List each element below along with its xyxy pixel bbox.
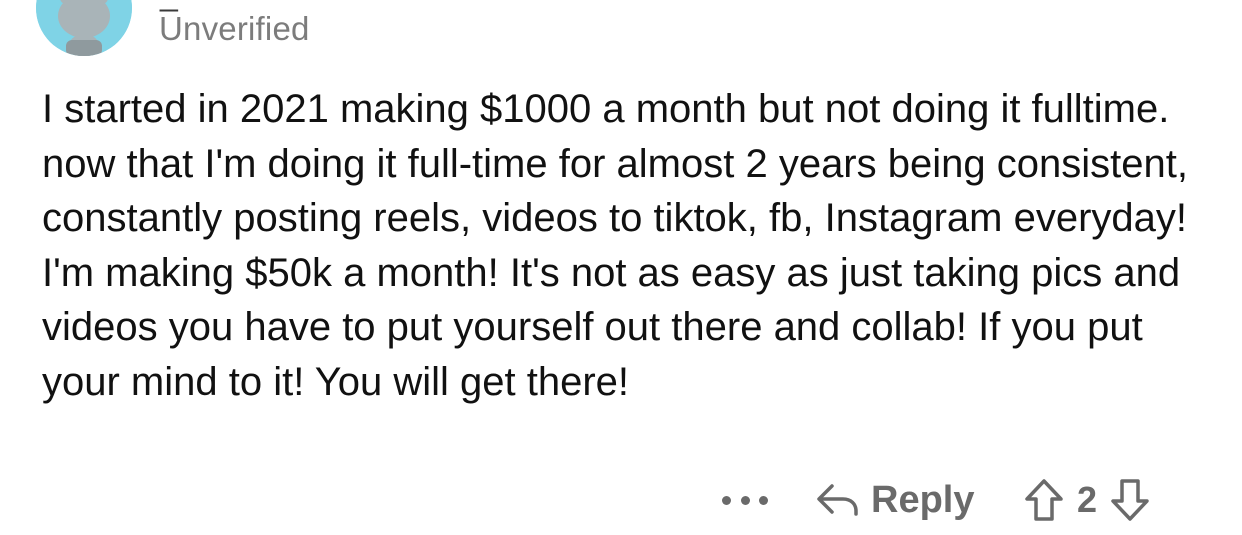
downvote-arrow-icon[interactable] xyxy=(1108,477,1152,523)
reply-label: Reply xyxy=(871,478,975,521)
more-dot xyxy=(759,495,768,505)
snoo-avatar-icon xyxy=(36,0,132,56)
vote-controls: 2 xyxy=(1022,472,1152,528)
comment-body: I started in 2021 making $1000 a month b… xyxy=(42,87,1188,404)
user-flair: Unverified xyxy=(159,10,310,47)
more-horizontal-icon xyxy=(722,495,731,505)
more-dot xyxy=(740,495,750,505)
reply-arrow-icon xyxy=(815,480,861,520)
upvote-arrow-icon[interactable] xyxy=(1022,477,1066,523)
comment-actions: Reply 2 xyxy=(0,472,1242,528)
vote-count: 2 xyxy=(1076,479,1098,520)
avatar[interactable] xyxy=(36,0,132,56)
more-options-button[interactable] xyxy=(722,472,768,528)
reply-button[interactable]: Reply xyxy=(815,472,974,528)
